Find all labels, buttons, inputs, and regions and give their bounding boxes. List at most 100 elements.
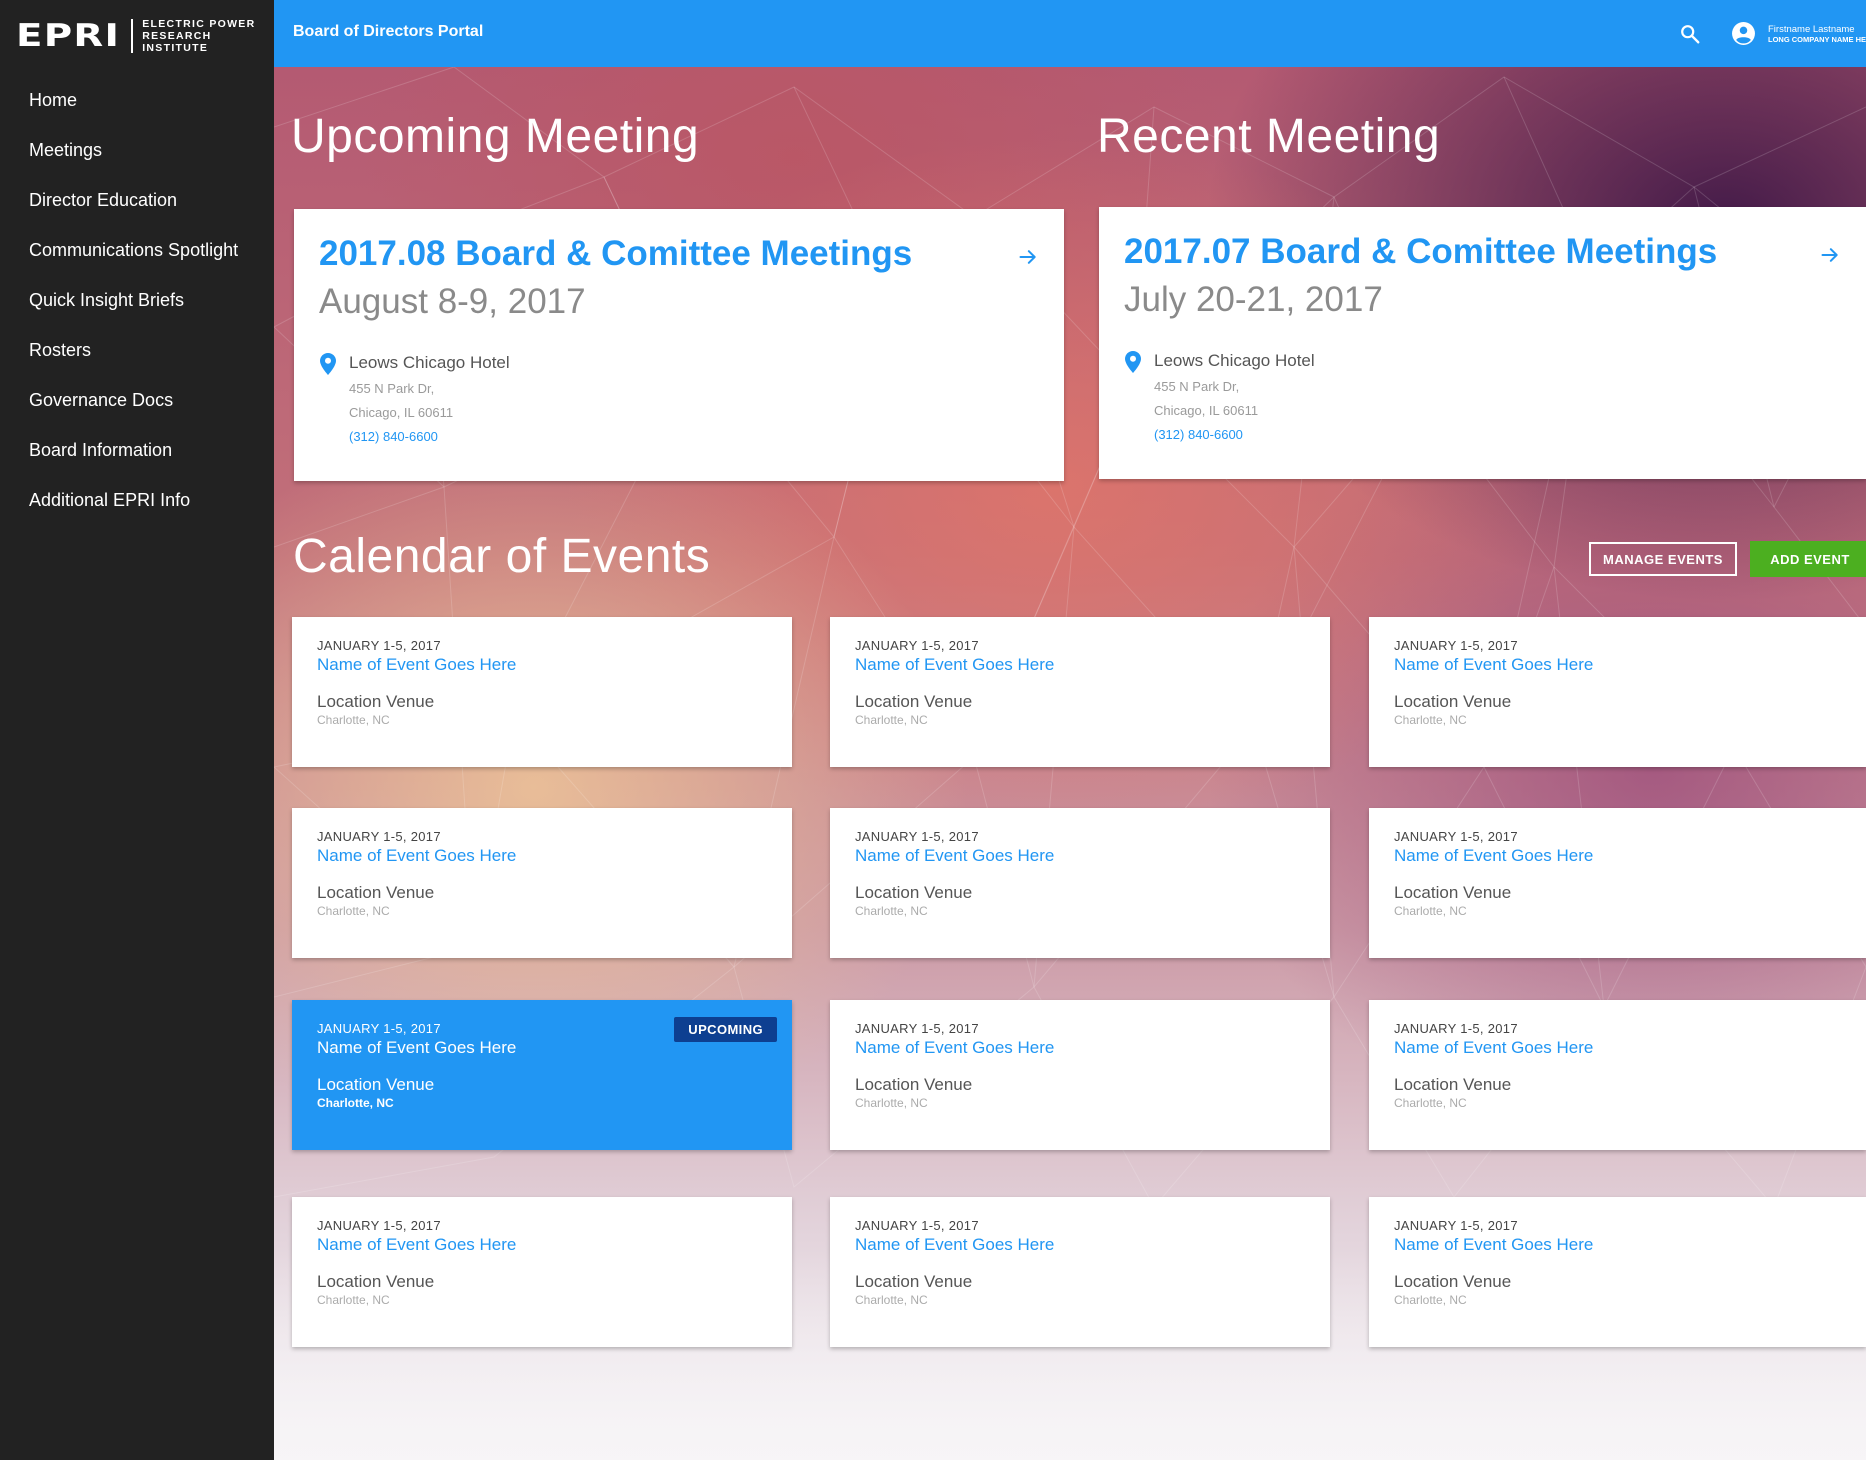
event-date: JANUARY 1-5, 2017 [1394,1218,1518,1233]
event-card[interactable]: JANUARY 1-5, 2017 Name of Event Goes Her… [830,1000,1330,1150]
event-card[interactable]: JANUARY 1-5, 2017 Name of Event Goes Her… [830,617,1330,767]
arrow-right-icon[interactable] [1018,247,1038,267]
event-name[interactable]: Name of Event Goes Here [855,655,1054,675]
upcoming-meeting-date: August 8-9, 2017 [319,282,586,321]
upcoming-badge: UPCOMING [674,1017,777,1042]
event-venue: Location Venue [1394,1272,1512,1291]
location-pin-icon [1125,351,1141,373]
event-venue: Location Venue [1394,883,1512,902]
upcoming-meeting-card[interactable]: 2017.08 Board & Comittee Meetings August… [294,209,1064,481]
top-bar: Board of Directors Portal Firstname Last… [274,0,1866,67]
add-event-button[interactable]: ADD EVENT [1750,541,1866,577]
event-name[interactable]: Name of Event Goes Here [317,1235,516,1255]
user-info[interactable]: Firstname Lastname LONG COMPANY NAME HE [1768,24,1866,45]
event-card[interactable]: JANUARY 1-5, 2017 Name of Event Goes Her… [1369,617,1866,767]
sidebar-item-board-information[interactable]: Board Information [0,425,274,475]
event-card[interactable]: JANUARY 1-5, 2017 Name of Event Goes Her… [1369,1000,1866,1150]
sidebar-item-additional-epri-info[interactable]: Additional EPRI Info [0,475,274,525]
event-name[interactable]: Name of Event Goes Here [317,846,516,866]
event-card[interactable]: JANUARY 1-5, 2017 Name of Event Goes Her… [292,617,792,767]
recent-venue-address: 455 N Park Dr, [1154,379,1240,394]
event-name[interactable]: Name of Event Goes Here [317,1038,516,1058]
event-venue: Location Venue [1394,692,1512,711]
event-venue: Location Venue [855,1075,973,1094]
upcoming-venue-name: Leows Chicago Hotel [349,353,510,372]
event-date: JANUARY 1-5, 2017 [855,829,979,844]
event-name[interactable]: Name of Event Goes Here [317,655,516,675]
event-name[interactable]: Name of Event Goes Here [855,846,1054,866]
event-date: JANUARY 1-5, 2017 [317,638,441,653]
account-circle-icon[interactable] [1731,21,1756,46]
sidebar-item-meetings[interactable]: Meetings [0,125,274,175]
logo-mark: EPRI [16,17,121,54]
recent-venue-city: Chicago, IL 60611 [1154,403,1259,418]
event-venue: Location Venue [317,1272,435,1291]
event-card[interactable]: JANUARY 1-5, 2017 Name of Event Goes Her… [830,808,1330,958]
manage-events-button[interactable]: MANAGE EVENTS [1589,542,1737,576]
event-card[interactable]: JANUARY 1-5, 2017 Name of Event Goes Her… [292,1197,792,1347]
event-city: Charlotte, NC [855,713,928,727]
event-date: JANUARY 1-5, 2017 [317,829,441,844]
event-name[interactable]: Name of Event Goes Here [1394,846,1593,866]
event-name[interactable]: Name of Event Goes Here [1394,655,1593,675]
event-date: JANUARY 1-5, 2017 [855,638,979,653]
epri-logo[interactable]: EPRI ELECTRIC POWER RESEARCH INSTITUTE [16,18,274,54]
event-date: JANUARY 1-5, 2017 [1394,1021,1518,1036]
event-card[interactable]: JANUARY 1-5, 2017 Name of Event Goes Her… [292,808,792,958]
event-city: Charlotte, NC [1394,904,1467,918]
recent-venue-phone[interactable]: (312) 840-6600 [1154,427,1243,442]
user-company: LONG COMPANY NAME HE [1768,35,1866,44]
event-venue: Location Venue [317,692,435,711]
event-venue: Location Venue [317,883,435,902]
event-venue: Location Venue [855,692,973,711]
sidebar-item-rosters[interactable]: Rosters [0,325,274,375]
event-venue: Location Venue [317,1075,435,1094]
event-card[interactable]: JANUARY 1-5, 2017 Name of Event Goes Her… [1369,1197,1866,1347]
event-date: JANUARY 1-5, 2017 [317,1021,441,1036]
sidebar-item-director-education[interactable]: Director Education [0,175,274,225]
event-card[interactable]: JANUARY 1-5, 2017 Name of Event Goes Her… [1369,808,1866,958]
upcoming-venue-address: 455 N Park Dr, [349,381,435,396]
sidebar-item-governance-docs[interactable]: Governance Docs [0,375,274,425]
recent-meeting-card[interactable]: 2017.07 Board & Comittee Meetings July 2… [1099,207,1866,479]
recent-meeting-date: July 20-21, 2017 [1124,280,1383,319]
sidebar-nav: Home Meetings Director Education Communi… [0,75,274,525]
event-name[interactable]: Name of Event Goes Here [1394,1235,1593,1255]
sidebar-item-communications-spotlight[interactable]: Communications Spotlight [0,225,274,275]
event-date: JANUARY 1-5, 2017 [855,1021,979,1036]
event-city: Charlotte, NC [1394,1096,1467,1110]
upcoming-meeting-heading: Upcoming Meeting [291,110,700,163]
sidebar: EPRI ELECTRIC POWER RESEARCH INSTITUTE H… [0,0,274,1460]
recent-venue-name: Leows Chicago Hotel [1154,351,1315,370]
search-icon[interactable] [1679,23,1701,45]
upcoming-venue-phone[interactable]: (312) 840-6600 [349,429,438,444]
event-city: Charlotte, NC [855,1293,928,1307]
logo-line-1: ELECTRIC POWER [142,18,256,30]
recent-meeting-title[interactable]: 2017.07 Board & Comittee Meetings [1124,232,1717,272]
arrow-right-icon[interactable] [1820,245,1840,265]
event-city: Charlotte, NC [317,1096,394,1110]
upcoming-meeting-title[interactable]: 2017.08 Board & Comittee Meetings [319,234,912,274]
logo-divider [131,19,134,53]
event-name[interactable]: Name of Event Goes Here [855,1038,1054,1058]
event-date: JANUARY 1-5, 2017 [1394,829,1518,844]
event-venue: Location Venue [855,1272,973,1291]
logo-line-2: RESEARCH INSTITUTE [142,30,212,54]
event-card-upcoming[interactable]: JANUARY 1-5, 2017 Name of Event Goes Her… [292,1000,792,1150]
event-venue: Location Venue [1394,1075,1512,1094]
logo-text: ELECTRIC POWER RESEARCH INSTITUTE [142,18,274,54]
event-city: Charlotte, NC [317,1293,390,1307]
event-name[interactable]: Name of Event Goes Here [855,1235,1054,1255]
event-name[interactable]: Name of Event Goes Here [1394,1038,1593,1058]
sidebar-item-quick-insight-briefs[interactable]: Quick Insight Briefs [0,275,274,325]
event-city: Charlotte, NC [1394,713,1467,727]
event-card[interactable]: JANUARY 1-5, 2017 Name of Event Goes Her… [830,1197,1330,1347]
location-pin-icon [320,353,336,375]
upcoming-venue-city: Chicago, IL 60611 [349,405,454,420]
event-city: Charlotte, NC [1394,1293,1467,1307]
sidebar-item-home[interactable]: Home [0,75,274,125]
user-name: Firstname Lastname [1768,24,1855,35]
event-city: Charlotte, NC [317,904,390,918]
event-city: Charlotte, NC [317,713,390,727]
event-venue: Location Venue [855,883,973,902]
